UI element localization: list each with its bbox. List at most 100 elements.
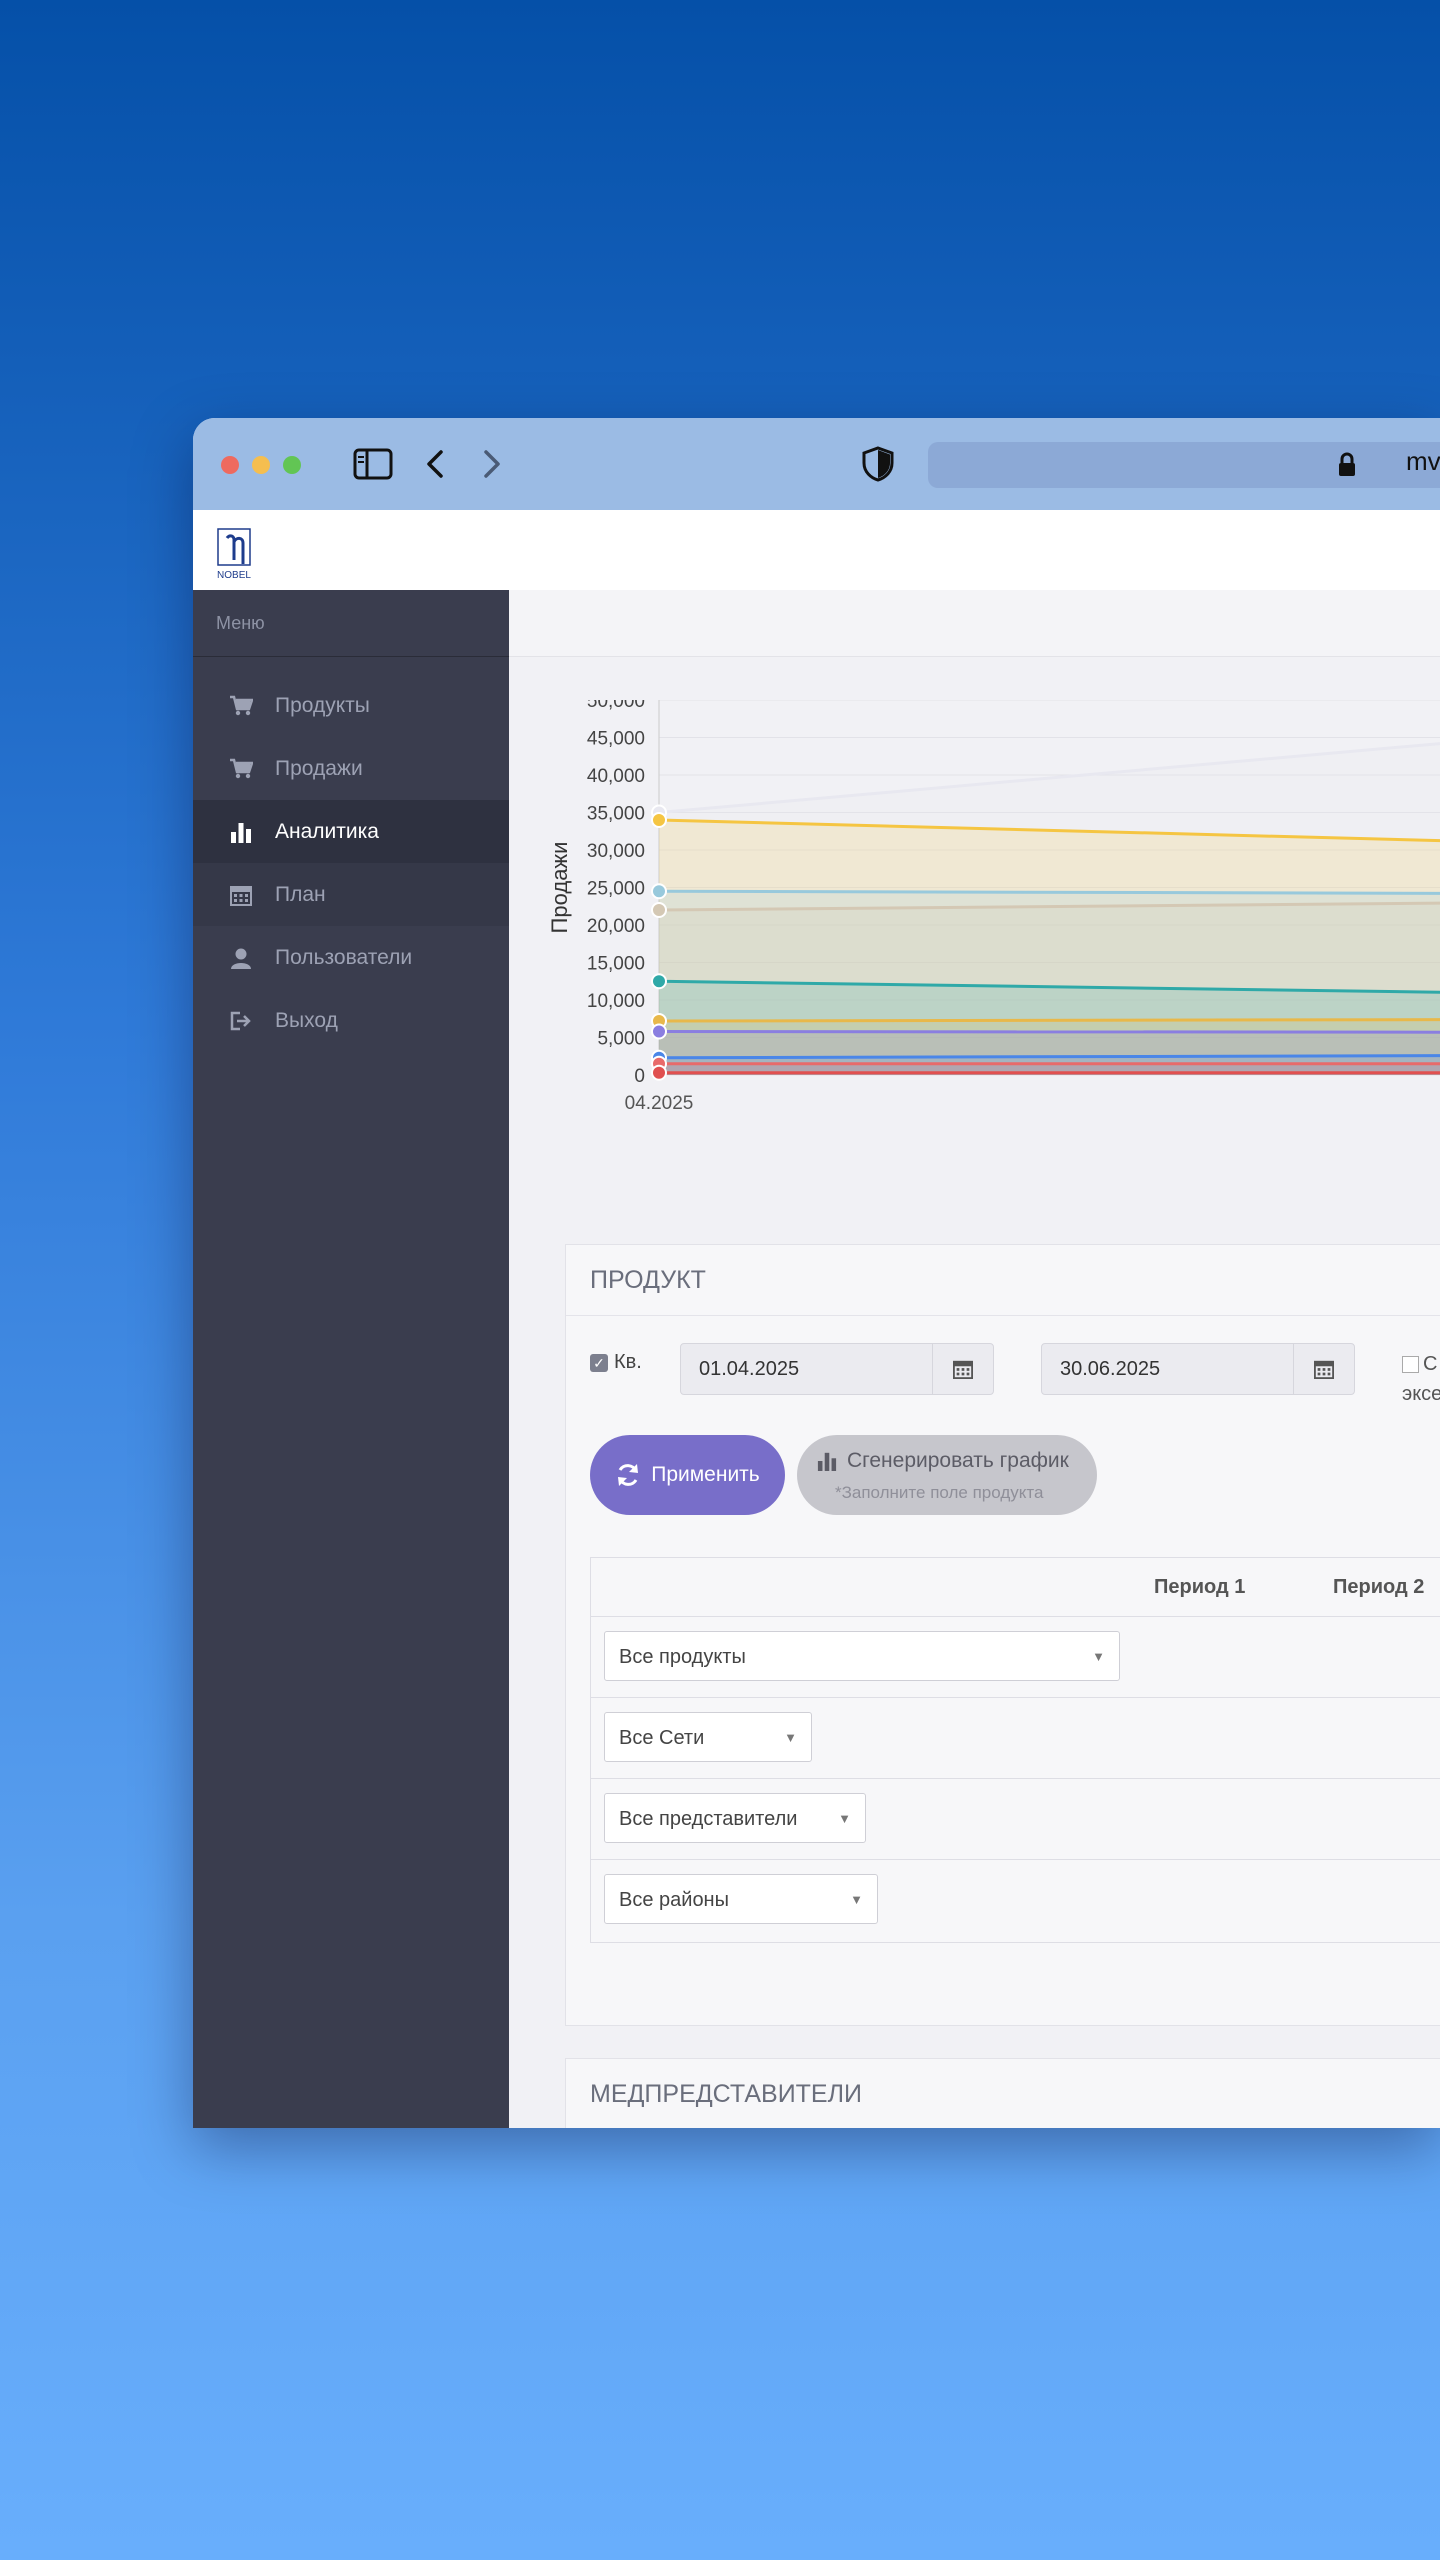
district-select[interactable]: Все районы ▼ xyxy=(604,1874,878,1924)
sidebar-item-analytics[interactable]: Аналитика xyxy=(193,800,509,863)
menu-header: Меню xyxy=(193,590,509,657)
quarter-checkbox[interactable]: ✓ Кв. xyxy=(590,1351,642,1374)
column-header-period-2: Период 2 xyxy=(1333,1576,1425,1598)
shield-icon[interactable] xyxy=(861,446,895,487)
representative-select-value: Все представители xyxy=(619,1808,798,1830)
series-point-6 xyxy=(651,1023,667,1040)
filters-table: Период 1 Период 2 Все продукты ▼ Все Сет… xyxy=(590,1557,1440,1943)
lock-icon xyxy=(1337,452,1357,483)
checkbox-unchecked-icon[interactable] xyxy=(1402,1356,1419,1374)
product-select-value: Все продукты xyxy=(619,1646,746,1668)
reps-panel: МЕДПРЕДСТАВИТЕЛИ xyxy=(565,2058,1440,2128)
generate-label: Сгенерировать график xyxy=(847,1449,1069,1472)
logout-icon xyxy=(227,1009,255,1033)
sales-area-chart: 0 5,000 10,000 15,000 20,000 25,000 30,000 35,0… xyxy=(547,700,1440,1114)
calendar-icon[interactable] xyxy=(932,1344,993,1394)
dropdown-arrow-icon: ▼ xyxy=(1092,1649,1105,1664)
column-header-period-1: Период 1 xyxy=(1154,1576,1246,1598)
excel-label-line1: С xyxy=(1423,1353,1438,1375)
table-row: Все представители ▼ xyxy=(591,1779,1440,1860)
y-tick-label: 0 xyxy=(634,1066,645,1087)
calendar-icon xyxy=(227,883,255,907)
content-header-bar xyxy=(509,590,1440,657)
series-line-5 xyxy=(658,1018,1440,1023)
network-select-value: Все Сети xyxy=(619,1727,705,1749)
table-row: Все Сети ▼ xyxy=(591,1698,1440,1779)
series-line-6 xyxy=(658,1030,1440,1034)
dropdown-arrow-icon: ▼ xyxy=(850,1892,863,1907)
back-icon[interactable] xyxy=(421,444,451,489)
checkbox-checked-icon[interactable]: ✓ xyxy=(590,1353,608,1372)
table-row: Все районы ▼ xyxy=(591,1860,1440,1940)
y-tick-label: 45,000 xyxy=(587,729,645,750)
sidebar-item-label: Выход xyxy=(275,1008,338,1032)
table-row: Все продукты ▼ xyxy=(591,1617,1440,1698)
minimize-window-button[interactable] xyxy=(252,456,270,474)
user-icon xyxy=(227,946,255,970)
y-tick-label: 15,000 xyxy=(587,954,645,975)
series-point-2 xyxy=(651,883,667,900)
cart-icon xyxy=(227,694,255,718)
main-content: 0 5,000 10,000 15,000 20,000 25,000 30,000 35,0… xyxy=(509,590,1440,2128)
maximize-window-button[interactable] xyxy=(283,456,301,474)
y-tick-label: 10,000 xyxy=(587,991,645,1012)
y-tick-label: 25,000 xyxy=(587,879,645,900)
y-tick-label: 5,000 xyxy=(597,1029,645,1050)
calendar-icon[interactable] xyxy=(1293,1344,1354,1394)
close-window-button[interactable] xyxy=(221,456,239,474)
sidebar-item-label: План xyxy=(275,882,326,906)
dropdown-arrow-icon: ▼ xyxy=(838,1811,851,1826)
browser-titlebar: mv xyxy=(193,418,1440,511)
address-bar[interactable] xyxy=(928,442,1440,488)
cart-icon xyxy=(227,757,255,781)
browser-window: mv NOBEL Меню Продукты Продажи Аналитика… xyxy=(193,418,1440,2128)
url-text[interactable]: mv xyxy=(1406,446,1440,477)
bar-chart-icon xyxy=(817,1451,837,1471)
x-tick-label: 04.2025 xyxy=(625,1093,694,1114)
quarter-label: Кв. xyxy=(614,1351,642,1373)
date-to-value[interactable]: 30.06.2025 xyxy=(1060,1358,1160,1381)
y-tick-label: 40,000 xyxy=(587,766,645,787)
date-to-field[interactable]: 30.06.2025 xyxy=(1041,1343,1355,1395)
date-from-field[interactable]: 01.04.2025 xyxy=(680,1343,994,1395)
y-tick-label: 20,000 xyxy=(587,916,645,937)
network-select[interactable]: Все Сети ▼ xyxy=(604,1712,812,1762)
sidebar-item-label: Пользователи xyxy=(275,945,413,969)
sidebar-item-products[interactable]: Продукты xyxy=(193,674,509,737)
app-header: NOBEL xyxy=(193,510,1440,591)
date-from-value[interactable]: 01.04.2025 xyxy=(699,1358,799,1381)
sidebar-item-sales[interactable]: Продажи xyxy=(193,737,509,800)
series-point-9 xyxy=(651,1064,667,1081)
sidebar-item-users[interactable]: Пользователи xyxy=(193,926,509,989)
excel-label-line2: эксе xyxy=(1402,1383,1440,1405)
nobel-logo[interactable]: NOBEL xyxy=(215,526,255,581)
logo-text: NOBEL xyxy=(217,570,251,581)
sidebar-item-label: Продажи xyxy=(275,756,363,780)
sidebar-item-plan[interactable]: План xyxy=(193,863,509,926)
apply-label: Применить xyxy=(651,1463,760,1486)
generate-chart-button[interactable]: Сгенерировать график *Заполните поле про… xyxy=(797,1435,1097,1515)
y-tick-label: 30,000 xyxy=(587,841,645,862)
sidebar-nav: Продукты Продажи Аналитика План Пользова… xyxy=(193,674,509,1052)
table-header: Период 1 Период 2 xyxy=(591,1558,1440,1617)
excel-checkbox[interactable]: С эксе xyxy=(1402,1349,1440,1409)
series-point-3 xyxy=(651,902,667,918)
representative-select[interactable]: Все представители ▼ xyxy=(604,1793,866,1843)
sidebar-item-logout[interactable]: Выход xyxy=(193,989,509,1052)
series-point-4 xyxy=(651,973,667,990)
bar-chart-icon xyxy=(227,820,255,844)
sidebar: Меню Продукты Продажи Аналитика План Пол… xyxy=(193,590,509,2128)
district-select-value: Все районы xyxy=(619,1889,729,1911)
product-select[interactable]: Все продукты ▼ xyxy=(604,1631,1120,1681)
y-tick-label: 35,000 xyxy=(587,804,645,825)
refresh-icon xyxy=(615,1462,641,1488)
dropdown-arrow-icon: ▼ xyxy=(784,1730,797,1745)
forward-icon[interactable] xyxy=(476,444,506,489)
apply-button[interactable]: Применить xyxy=(590,1435,785,1515)
y-tick-label: 50,000 xyxy=(587,700,645,712)
product-panel-title: ПРОДУКТ xyxy=(566,1245,1440,1316)
sidebar-toggle-icon[interactable] xyxy=(353,444,393,489)
product-panel: ПРОДУКТ ✓ Кв. 01.04.2025 30.06.2025 С эк… xyxy=(565,1244,1440,2026)
sidebar-item-label: Аналитика xyxy=(275,819,379,843)
series-point-1 xyxy=(651,812,667,828)
